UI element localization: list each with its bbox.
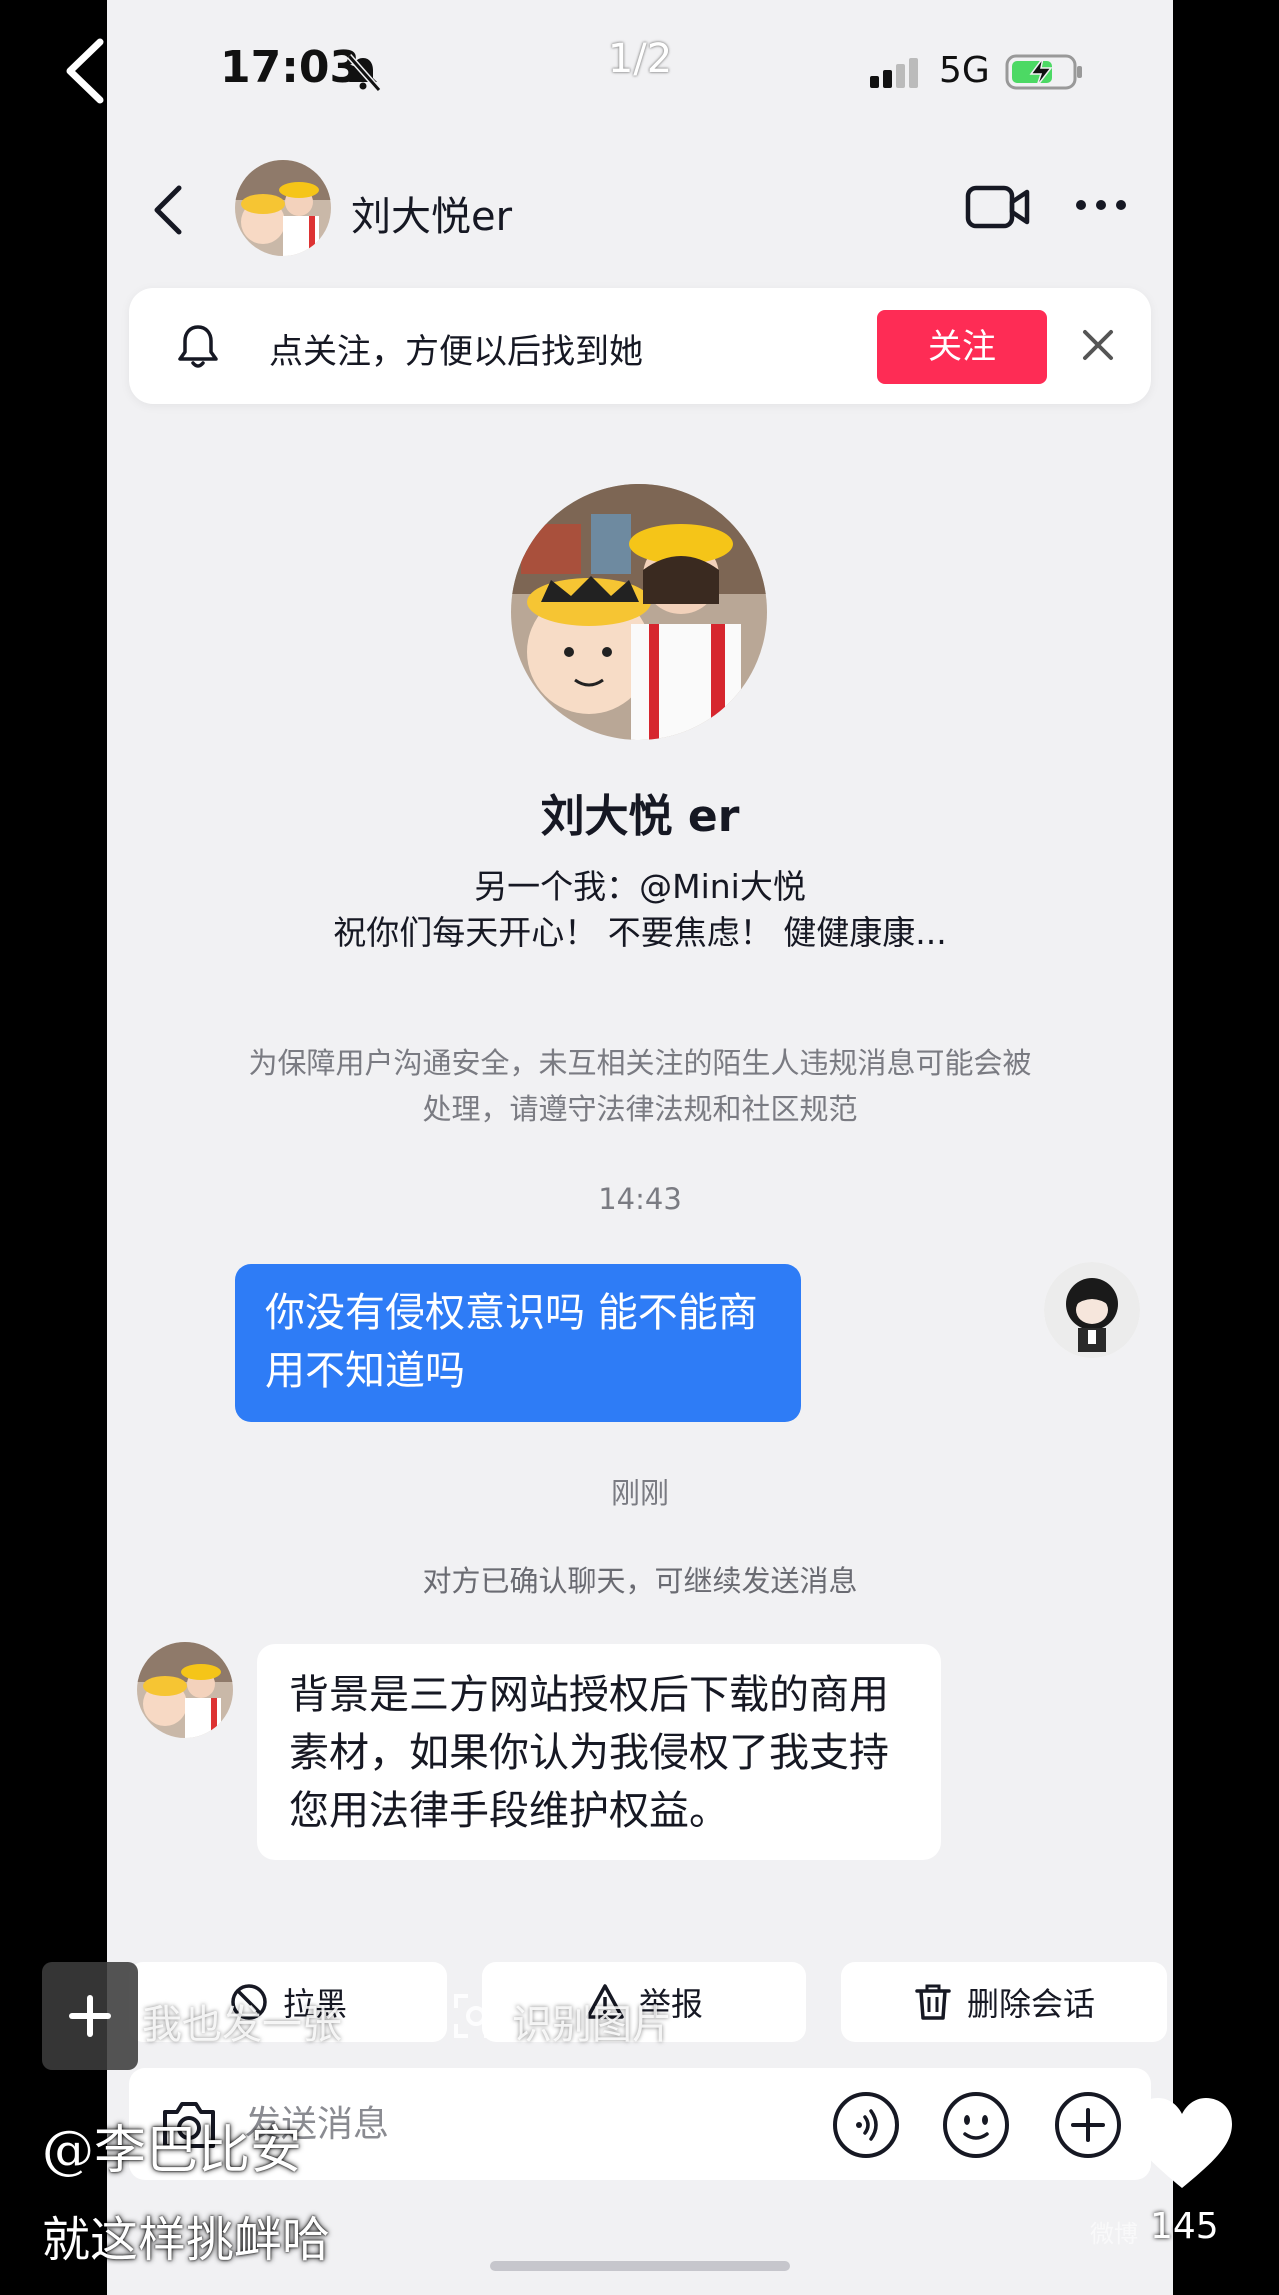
- overlay-toolbar: 我也发一张 识别图片: [42, 1962, 742, 2072]
- viewer-back-icon[interactable]: [60, 36, 110, 106]
- header-avatar[interactable]: [235, 160, 331, 256]
- message-timestamp: 刚刚: [610, 1476, 669, 1510]
- bell-icon: [178, 325, 218, 368]
- message-input[interactable]: [245, 2092, 665, 2156]
- plus-icon[interactable]: [1053, 2090, 1123, 2160]
- like-count: 145: [1150, 2206, 1219, 2247]
- system-note: 对方已确认聊天，可继续发送消息: [422, 1564, 858, 1598]
- author-handle[interactable]: @李巴比安: [42, 2108, 302, 2183]
- scan-icon: [454, 1994, 498, 2038]
- home-indicator: [490, 2261, 790, 2271]
- add-button[interactable]: [42, 1962, 138, 2070]
- back-icon[interactable]: [149, 180, 189, 240]
- outgoing-message[interactable]: 你没有侵权意识吗 能不能商用不知道吗: [235, 1264, 801, 1422]
- more-icon[interactable]: [1073, 190, 1129, 220]
- incoming-message[interactable]: 背景是三方网站授权后下载的商用素材，如果你认为我侵权了我支持您用法律手段维护权益…: [257, 1644, 941, 1860]
- follow-hint: 点关注，方便以后找到她: [269, 332, 643, 372]
- delete-conversation-button[interactable]: 删除会话: [841, 1962, 1167, 2042]
- follow-button[interactable]: 关注: [877, 310, 1047, 384]
- post-caption: 就这样挑衅哈: [42, 2212, 331, 2268]
- add-icon: [69, 1995, 111, 2037]
- share-photo-link[interactable]: 我也发一张: [142, 1992, 342, 2050]
- profile-alt-account[interactable]: 另一个我：@Mini大悦: [107, 860, 1173, 908]
- chat-title: 刘大悦er: [351, 194, 513, 240]
- video-call-icon[interactable]: [965, 182, 1031, 232]
- heart-icon[interactable]: [1128, 2094, 1236, 2194]
- signal-icon: [870, 58, 918, 88]
- voice-icon[interactable]: [831, 2090, 901, 2160]
- battery-charging-icon: [1005, 54, 1082, 90]
- follow-banner: 点关注，方便以后找到她 关注: [129, 288, 1151, 404]
- delete-label: 删除会话: [966, 1985, 1095, 2023]
- emoji-icon[interactable]: [941, 2090, 1011, 2160]
- recognize-image-link[interactable]: 识别图片: [512, 1992, 672, 2050]
- chat-header: 刘大悦er: [107, 150, 1173, 270]
- safety-notice: 为保障用户沟通安全，未互相关注的陌生人违规消息可能会被处理，请遵守法律法规和社区…: [248, 1046, 1032, 1126]
- profile-name: 刘大悦 er: [540, 791, 740, 842]
- trash-icon: [915, 1984, 951, 2020]
- my-avatar[interactable]: [1044, 1262, 1140, 1358]
- message-timestamp: 14:43: [598, 1182, 682, 1216]
- chat-screen: 17:03 1/2 5G 刘大悦er 点关注，方便以后找到她 关注 刘大悦 er…: [107, 0, 1173, 2295]
- contact-avatar[interactable]: [137, 1642, 233, 1738]
- close-icon[interactable]: [1081, 328, 1115, 362]
- profile-avatar[interactable]: [511, 484, 767, 740]
- watermark: 微博: [1090, 2220, 1138, 2248]
- status-bar: 17:03 1/2 5G: [107, 0, 1173, 140]
- network-label: 5G: [939, 50, 990, 91]
- profile-bio: 祝你们每天开心！ 不要焦虑！ 健健康康...: [333, 913, 947, 952]
